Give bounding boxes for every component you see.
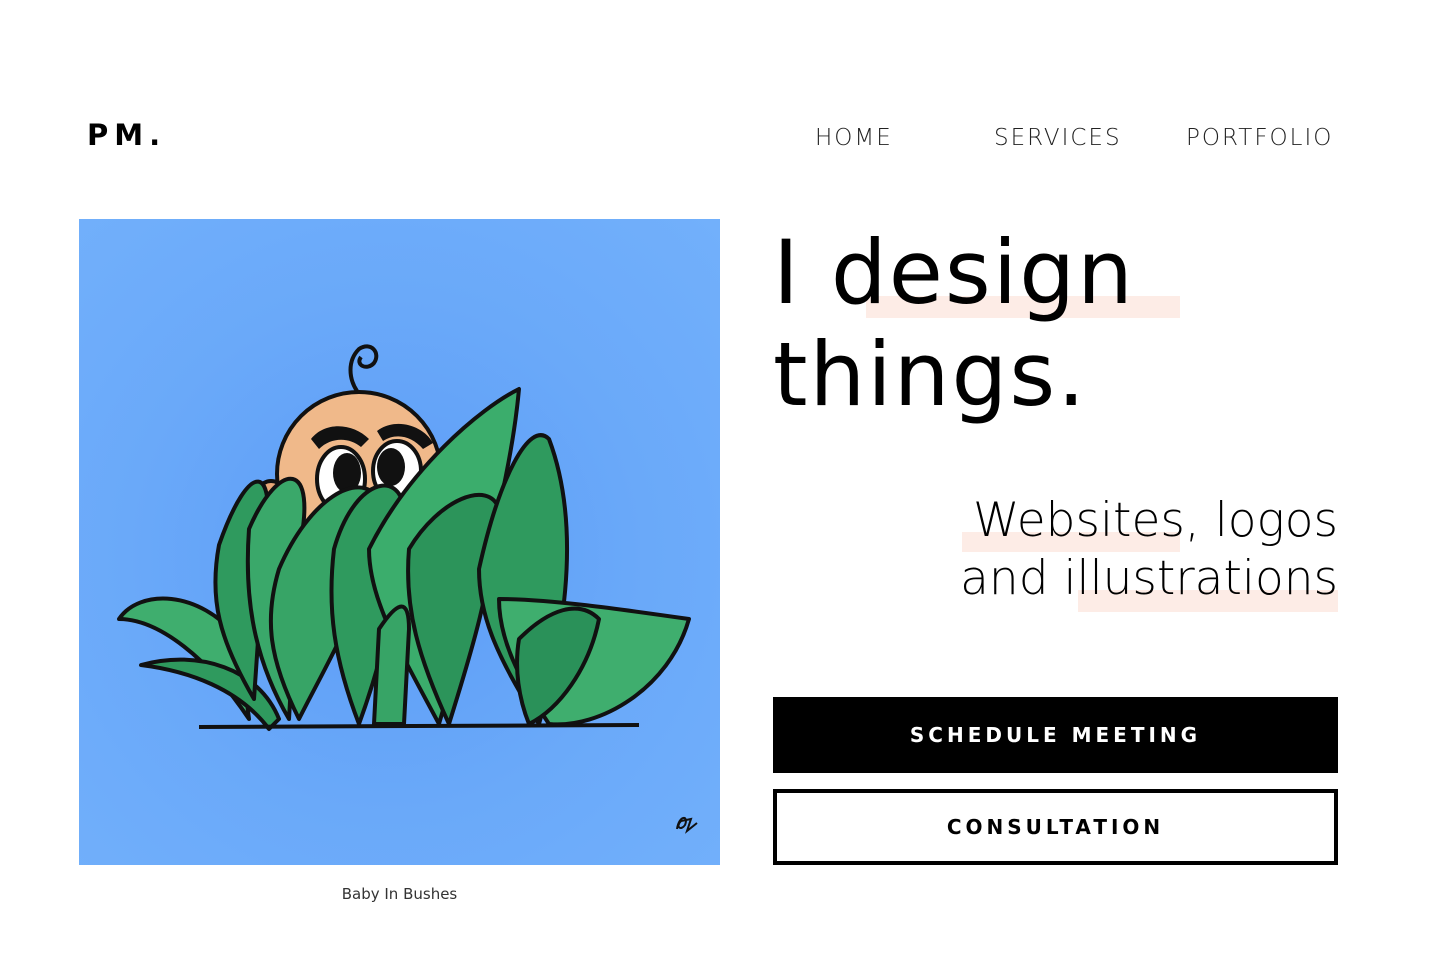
headline-line-2: things. — [773, 323, 1088, 426]
signature-mark — [676, 817, 698, 834]
subheading-line-2: and illustrations — [960, 551, 1338, 606]
hero-headline: I design things. — [773, 222, 1373, 426]
nav-services-link[interactable]: SERVICES — [994, 122, 1122, 154]
schedule-meeting-button[interactable]: SCHEDULE MEETING — [773, 697, 1338, 773]
consultation-button[interactable]: CONSULTATION — [773, 789, 1338, 865]
hair-curl — [348, 344, 379, 393]
site-logo[interactable]: PM. — [87, 116, 166, 154]
ground-line — [198, 723, 640, 729]
nav-portfolio-link[interactable]: PORTFOLIO — [1186, 122, 1333, 154]
headline-line-1: I design — [773, 221, 1135, 324]
subheading-line-1: Websites, logos — [973, 493, 1338, 548]
artwork-baby-in-bushes — [79, 219, 720, 865]
hero-subheading: Websites, logos and illustrations — [900, 492, 1338, 608]
baby-illustration — [117, 344, 698, 834]
artwork-caption: Baby In Bushes — [341, 885, 458, 903]
nav-home-link[interactable]: HOME — [815, 122, 893, 154]
